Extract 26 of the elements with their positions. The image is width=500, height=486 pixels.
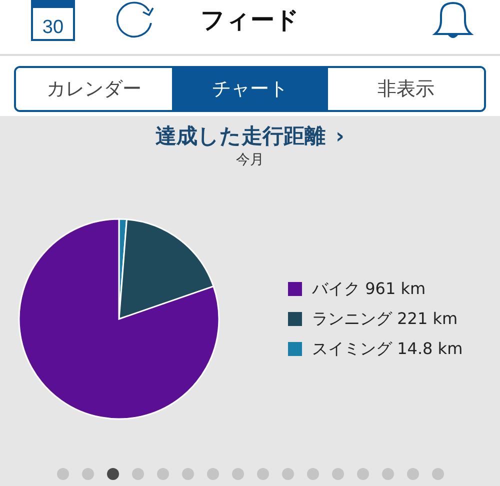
page-dot[interactable] — [232, 468, 244, 480]
chart-title-link[interactable]: 達成した走行距離 › — [156, 122, 344, 150]
period-label: 今月 — [236, 151, 264, 169]
page-dot[interactable] — [282, 468, 294, 480]
page-dot[interactable] — [56, 468, 68, 480]
tab[interactable]: チャート — [172, 68, 328, 110]
page-dot[interactable] — [156, 468, 168, 480]
page-title: フィード — [200, 5, 300, 36]
legend-label: スイミング 14.8 km — [312, 338, 463, 360]
legend-label: バイク 961 km — [312, 278, 426, 300]
legend-label: ランニング 221 km — [312, 308, 458, 330]
page-dot[interactable] — [332, 468, 344, 480]
page-dot[interactable] — [206, 468, 218, 480]
page-dot[interactable] — [106, 468, 118, 480]
page-dot[interactable] — [406, 468, 418, 480]
page-dot[interactable] — [182, 468, 194, 480]
page-dot[interactable] — [132, 468, 144, 480]
notification-bell-icon[interactable] — [432, 1, 474, 41]
page-dot[interactable] — [432, 468, 444, 480]
page-dot[interactable] — [256, 468, 268, 480]
page-dot[interactable] — [306, 468, 318, 480]
refresh-icon[interactable] — [115, 1, 156, 39]
page-dot[interactable] — [82, 468, 94, 480]
page-dot[interactable] — [356, 468, 368, 480]
page-dot[interactable] — [382, 468, 394, 480]
calendar-icon[interactable]: 30 — [31, 0, 76, 40]
